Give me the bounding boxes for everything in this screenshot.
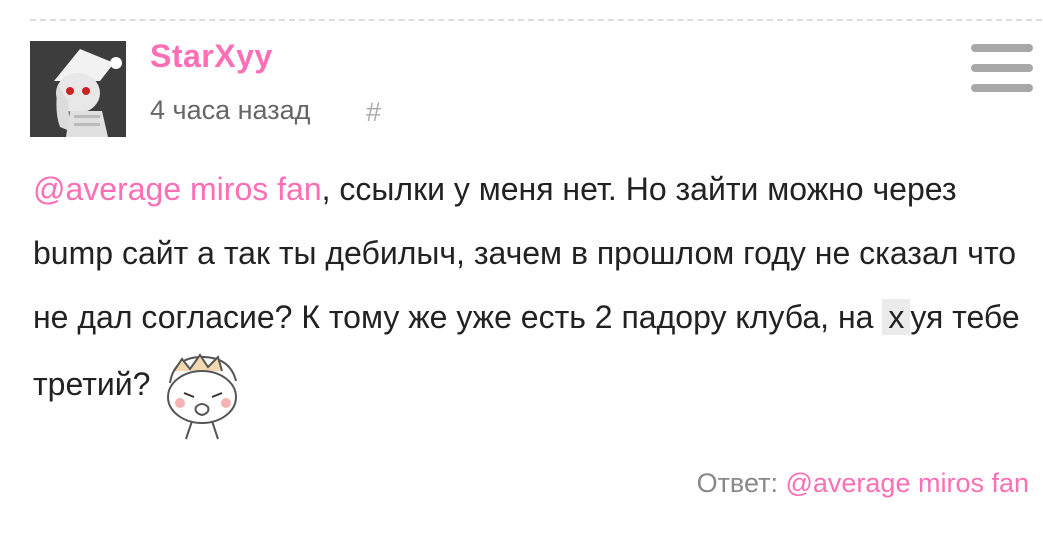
reply-line: Ответ: @average miros fan: [697, 468, 1029, 499]
username[interactable]: StarXyy: [150, 38, 273, 75]
avatar-image: [30, 41, 126, 137]
censored-highlight: х: [882, 299, 911, 335]
permalink-hash[interactable]: #: [366, 97, 381, 128]
comment-mention-link[interactable]: @average miros fan: [33, 171, 322, 207]
comment-body: @average miros fan, ссылки у меня нет. Н…: [33, 157, 1023, 441]
avatar[interactable]: [30, 41, 126, 137]
top-divider: [30, 19, 1042, 21]
hamburger-menu-icon[interactable]: [971, 44, 1033, 94]
reply-mention-link[interactable]: @average miros fan: [785, 468, 1029, 498]
timestamp: 4 часа назад: [150, 95, 311, 125]
crying-face-sticker: [167, 353, 238, 440]
reply-label: Ответ:: [696, 468, 778, 498]
